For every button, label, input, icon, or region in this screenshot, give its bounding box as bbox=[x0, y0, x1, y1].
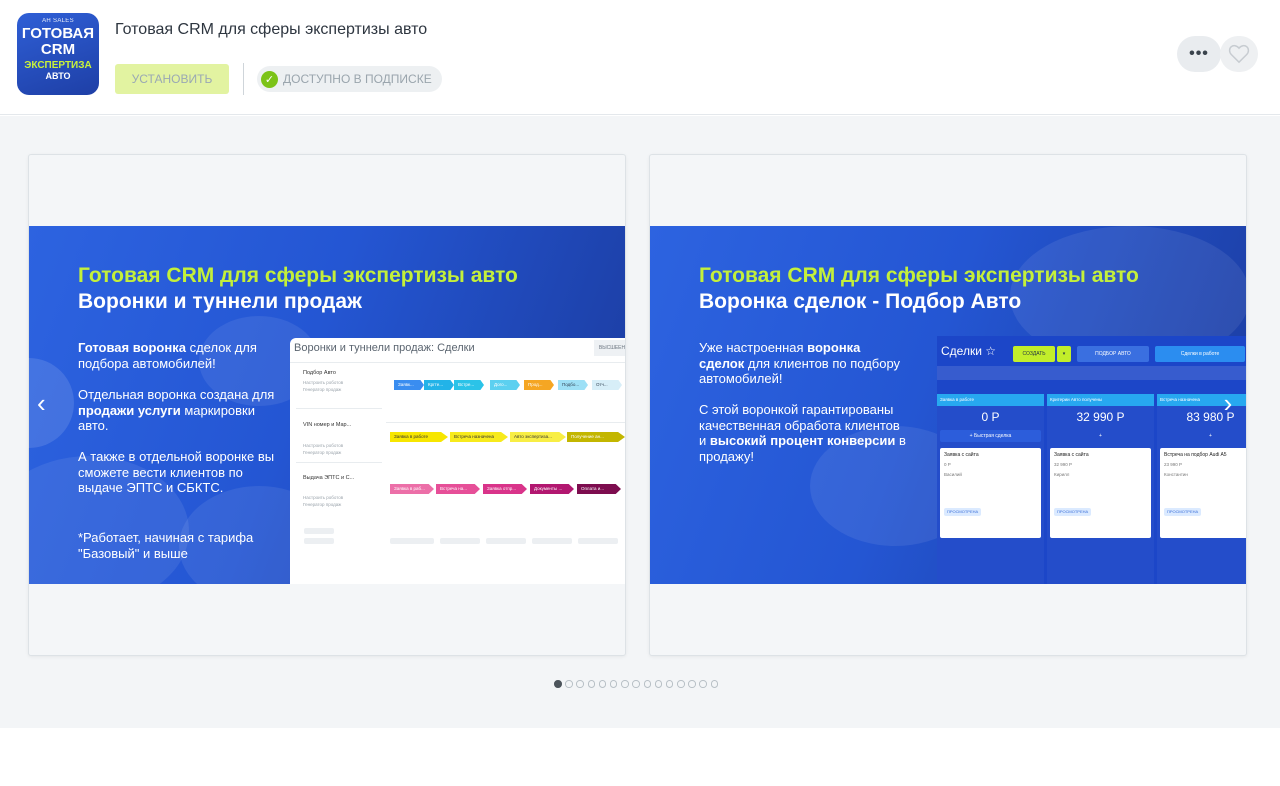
chevron-left-icon: ‹ bbox=[37, 387, 46, 418]
mockup-row-label: Подбор Авто bbox=[303, 370, 336, 376]
slide-2-paragraph-1: Уже настроенная воронка сделок для клиен… bbox=[699, 340, 901, 386]
slide-2-crm-mockup: Сделки ☆ СОЗДАТЬ ▾ ПОДБОР АВТО Сделки в … bbox=[937, 336, 1246, 584]
mockup-row-label: VIN номер и Мар... bbox=[303, 422, 352, 428]
like-button[interactable] bbox=[1220, 36, 1258, 72]
mockup-stage-tag: Заявка в раб... bbox=[390, 484, 434, 494]
pagination-dot[interactable] bbox=[576, 680, 584, 688]
mockup-row-sub: Генератор продаж bbox=[303, 502, 342, 507]
pagination-dot[interactable] bbox=[665, 680, 674, 688]
mockup-stage-tag: Встре... bbox=[454, 380, 484, 390]
mockup-stage-tag: Прод... bbox=[524, 380, 554, 390]
gallery-pagination bbox=[554, 680, 719, 688]
app-logo-brand: AH SALES bbox=[42, 18, 74, 24]
pagination-dot[interactable] bbox=[632, 680, 640, 688]
mockup-title: Воронки и туннели продаж: Сделки bbox=[294, 342, 475, 354]
app-title: Готовая CRM для сферы экспертизы авто bbox=[115, 21, 428, 38]
mockup-row-label: Выдача ЭПТС и С... bbox=[303, 475, 355, 481]
pagination-dot[interactable] bbox=[688, 680, 696, 688]
header-divider bbox=[243, 63, 244, 95]
subscription-badge-label: ДОСТУПНО В ПОДПИСКЕ bbox=[283, 72, 432, 86]
mockup-stage-tag: Заявка в работе bbox=[390, 432, 448, 442]
mockup-button: ВЫСШЕЕН bbox=[594, 340, 625, 356]
subscription-badge: ✓ ДОСТУПНО В ПОДПИСКЕ bbox=[257, 66, 442, 92]
mockup-create-button: СОЗДАТЬ bbox=[1013, 346, 1055, 362]
mockup-title: Сделки ☆ bbox=[941, 344, 996, 358]
mockup-stage-tag: Дого... bbox=[490, 380, 520, 390]
app-logo-line2: CRM bbox=[40, 41, 76, 58]
heart-icon bbox=[1228, 44, 1250, 64]
mockup-column: Критерии Авто получены 32 990 Р + Заявка… bbox=[1047, 394, 1154, 584]
slide-1-subheading: Воронки и туннели продаж bbox=[78, 290, 362, 313]
mockup-column: Заявка в работе 0 Р + Быстрая сделка Зая… bbox=[937, 394, 1044, 584]
slide-2-banner: Готовая CRM для сферы экспертизы авто Во… bbox=[650, 226, 1246, 584]
mockup-row-sub: Генератор продаж bbox=[303, 387, 342, 392]
mockup-stage-tag: Отч... bbox=[592, 380, 622, 390]
pagination-dot[interactable] bbox=[643, 680, 651, 688]
slide-1-paragraph-4: *Работает, начиная с тарифа "Базовый" и … bbox=[78, 530, 254, 561]
more-options-button[interactable]: ••• bbox=[1177, 36, 1221, 72]
mockup-stage-tag: Заявка отпр... bbox=[483, 484, 527, 494]
pagination-dot[interactable] bbox=[554, 680, 562, 688]
gallery-next-button[interactable]: › bbox=[1210, 358, 1246, 448]
install-button[interactable]: УСТАНОВИТЬ bbox=[115, 64, 229, 94]
app-logo-line3: ЭКСПЕРТИЗА bbox=[24, 60, 92, 71]
app-header: AH SALES ГОТОВАЯ CRM ЭКСПЕРТИЗА АВТО Гот… bbox=[0, 0, 1280, 115]
mockup-row-sub: Генератор продаж bbox=[303, 450, 342, 455]
screenshot-gallery: Готовая CRM для сферы экспертизы авто Во… bbox=[0, 116, 1280, 728]
pagination-dot[interactable] bbox=[609, 680, 618, 688]
check-circle-icon: ✓ bbox=[261, 70, 278, 88]
slide-2-heading: Готовая CRM для сферы экспертизы авто bbox=[699, 264, 1139, 287]
mockup-stage-tag: Встреча назначена bbox=[450, 432, 508, 442]
gallery-slide-2[interactable]: Готовая CRM для сферы экспертизы авто Во… bbox=[649, 154, 1247, 656]
app-logo-line4: АВТО bbox=[45, 71, 71, 81]
slide-1-banner: Готовая CRM для сферы экспертизы авто Во… bbox=[29, 226, 625, 584]
mockup-stage-tag: Получение ан... bbox=[567, 432, 625, 442]
mockup-stage-tag: Документы ... bbox=[530, 484, 574, 494]
mockup-stage-tag: Оплата и... bbox=[577, 484, 621, 494]
mockup-stage-tag: Подбо... bbox=[558, 380, 588, 390]
gallery-slide-1[interactable]: Готовая CRM для сферы экспертизы авто Во… bbox=[28, 154, 626, 656]
slide-2-paragraph-2: С этой воронкой гарантированы качественн… bbox=[699, 402, 906, 464]
slide-1-paragraph-1: Готовая воронка сделок для подбора автом… bbox=[78, 340, 257, 371]
mockup-stage-tag: Кргте... bbox=[424, 380, 454, 390]
mockup-row-sub: Настроить роботов bbox=[303, 443, 344, 448]
slide-2-subheading: Воронка сделок - Подбор Авто bbox=[699, 290, 1022, 313]
chevron-right-icon: › bbox=[1223, 387, 1233, 418]
pagination-dot[interactable] bbox=[654, 680, 663, 688]
app-logo-icon: AH SALES ГОТОВАЯ CRM ЭКСПЕРТИЗА АВТО bbox=[17, 13, 99, 95]
slide-1-paragraph-3: А также в отдельной воронке вы сможете в… bbox=[78, 449, 275, 495]
pagination-dot[interactable] bbox=[710, 680, 719, 688]
pagination-dot[interactable] bbox=[677, 680, 685, 688]
mockup-stage-tag: Встреча на... bbox=[436, 484, 480, 494]
pagination-dot[interactable] bbox=[621, 680, 629, 688]
slide-1-paragraph-2: Отдельная воронка создана для продажи ус… bbox=[78, 387, 275, 433]
mockup-stage-tag: Заявк... bbox=[394, 380, 424, 390]
slide-1-crm-mockup: Воронки и туннели продаж: Сделки ВЫСШЕЕН… bbox=[290, 338, 625, 584]
mockup-stage-tag: Авто экспертиза... bbox=[510, 432, 566, 442]
pagination-dot[interactable] bbox=[587, 680, 596, 688]
slide-1-heading: Готовая CRM для сферы экспертизы авто bbox=[78, 264, 518, 287]
app-logo-line1: ГОТОВАЯ bbox=[21, 25, 95, 42]
mockup-filter-button: ПОДБОР АВТО bbox=[1077, 346, 1149, 362]
more-dots-icon: ••• bbox=[1189, 45, 1209, 62]
mockup-row-sub: Настроить роботов bbox=[303, 495, 344, 500]
mockup-row-sub: Настроить роботов bbox=[303, 380, 344, 385]
pagination-dot[interactable] bbox=[699, 680, 707, 688]
pagination-dot[interactable] bbox=[598, 680, 607, 688]
pagination-dot[interactable] bbox=[565, 680, 573, 688]
